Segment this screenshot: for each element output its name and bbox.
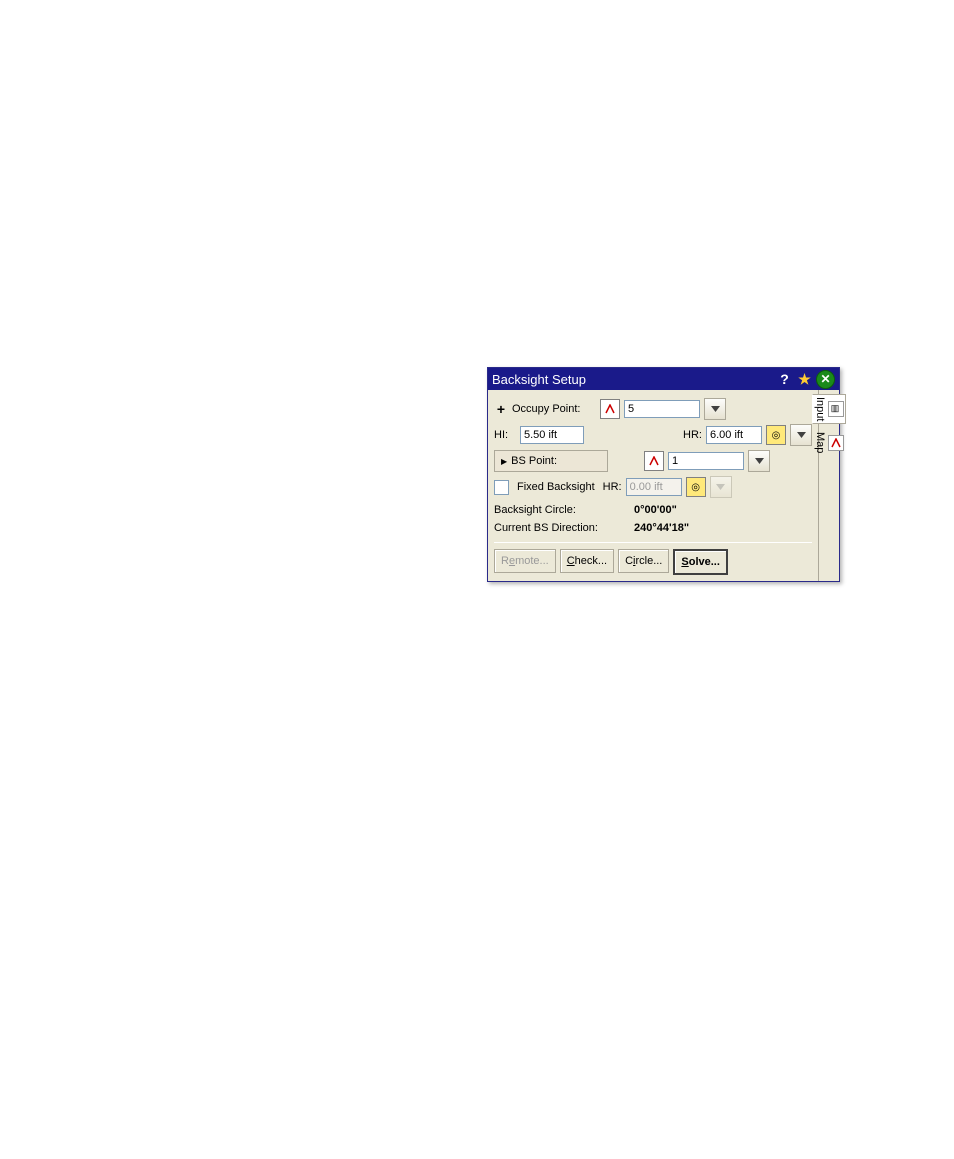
occupy-from-map-button[interactable] [600,399,620,419]
help-button[interactable]: ? [776,371,793,388]
bs-point-input[interactable] [668,452,744,470]
current-bs-direction-value: 240°44'18" [634,522,689,534]
current-bs-direction-label: Current BS Direction: [494,522,634,534]
fixed-hr-dropdown [710,476,732,498]
hr-dropdown[interactable] [790,424,812,446]
circle-button[interactable]: Circle... [618,549,669,573]
bs-point-button[interactable]: ▶ BS Point: [494,450,608,472]
favorite-button[interactable]: ★ [796,371,813,388]
hi-input[interactable] [520,426,584,444]
tab-map-label: Map [814,432,826,453]
plus-icon: + [494,401,508,417]
occupy-point-input[interactable] [624,400,700,418]
titlebar: Backsight Setup ? ★ ✕ [488,368,839,390]
dialog-title: Backsight Setup [492,372,773,387]
tab-map[interactable]: Map [814,432,844,453]
occupy-point-dropdown[interactable] [704,398,726,420]
occupy-point-label: Occupy Point: [512,403,596,415]
backsight-setup-dialog: Backsight Setup ? ★ ✕ + Occupy Point: HI… [487,367,840,582]
map-tab-icon [828,435,844,451]
bs-point-dropdown[interactable] [748,450,770,472]
bs-point-button-label: BS Point: [511,455,557,467]
close-button[interactable]: ✕ [816,370,835,389]
check-button[interactable]: Check... [560,549,614,573]
triangle-right-icon: ▶ [501,457,507,466]
input-tab-icon: ▥ [828,401,844,417]
fixed-hr-smart-target-button[interactable]: ◎ [686,477,706,497]
fixed-hr-label: HR: [603,481,622,493]
hr-label: HR: [683,429,702,441]
backsight-circle-label: Backsight Circle: [494,504,634,516]
fixed-backsight-label: Fixed Backsight [517,481,595,493]
tab-input-label: Input [814,397,826,421]
fixed-backsight-checkbox[interactable] [494,480,509,495]
hr-smart-target-button[interactable]: ◎ [766,425,786,445]
hi-label: HI: [494,429,516,441]
dialog-content: + Occupy Point: HI: HR: ◎ [488,390,818,581]
backsight-circle-value: 0°00'00" [634,504,677,516]
remote-button: Remote... [494,549,556,573]
hr-input[interactable] [706,426,762,444]
fixed-hr-input [626,478,682,496]
solve-button[interactable]: Solve... [673,549,728,575]
tab-input[interactable]: ▥ Input [812,394,846,424]
bs-from-map-button[interactable] [644,451,664,471]
side-tabs: ▥ Input Map [818,390,839,581]
